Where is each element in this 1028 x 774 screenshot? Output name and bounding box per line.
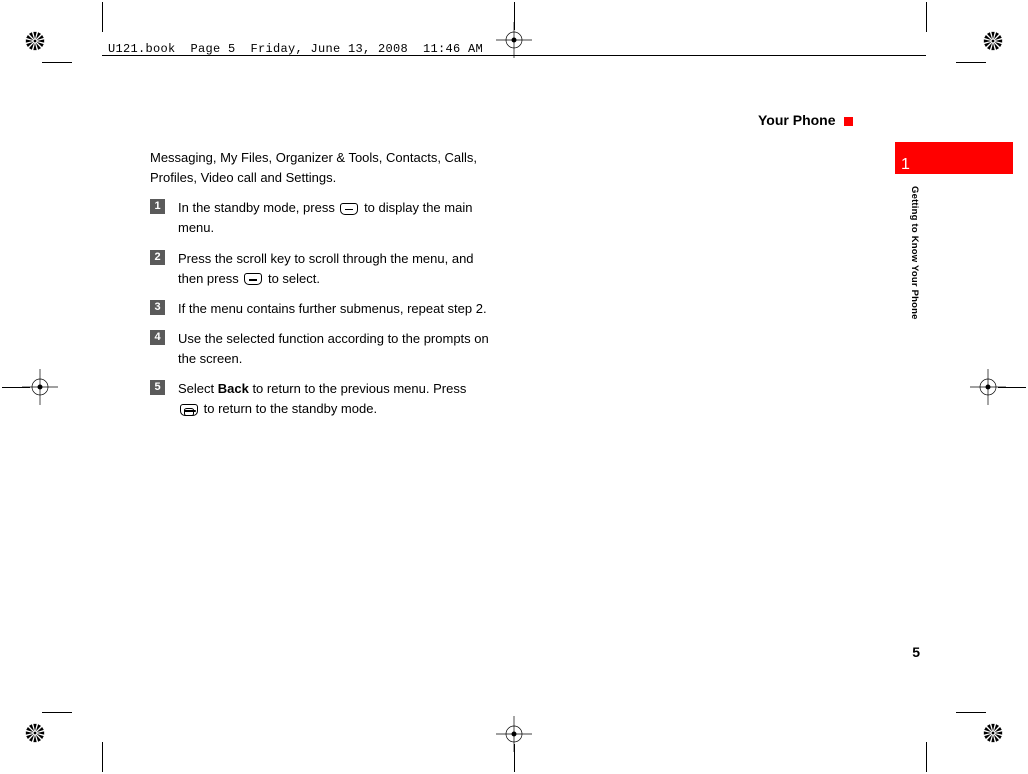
step-number: 2 — [150, 250, 165, 265]
ok-key-icon — [340, 203, 358, 215]
step-number: 3 — [150, 300, 165, 315]
crop-line-icon — [514, 744, 515, 772]
crop-mark-icon — [926, 712, 956, 742]
crop-line-icon — [2, 387, 30, 388]
page-number: 5 — [912, 644, 920, 660]
crop-mark-icon — [72, 712, 102, 742]
step-3: 3 If the menu contains further submenus,… — [150, 299, 490, 319]
ok-key-icon — [244, 273, 262, 285]
step-number: 4 — [150, 330, 165, 345]
stamp-rule — [102, 55, 926, 56]
step-4: 4 Use the selected function according to… — [150, 329, 490, 369]
step-text-bold: Back — [218, 381, 249, 396]
crop-mark-icon — [926, 32, 956, 62]
step-text-post: to return to the standby mode. — [204, 401, 377, 416]
file-stamp: U121.book Page 5 Friday, June 13, 2008 1… — [108, 42, 483, 56]
body-content: Messaging, My Files, Organizer & Tools, … — [150, 148, 490, 430]
step-text-pre: In the standby mode, press — [178, 200, 338, 215]
chapter-number: 1 — [901, 156, 910, 174]
step-text-pre1: Select — [178, 381, 218, 396]
pinwheel-icon — [982, 722, 1004, 744]
intro-text: Messaging, My Files, Organizer & Tools, … — [150, 148, 490, 188]
step-5: 5 Select Back to return to the previous … — [150, 379, 490, 419]
crop-mark-icon — [72, 32, 102, 62]
crop-line-icon — [514, 2, 515, 30]
step-1: 1 In the standby mode, press to display … — [150, 198, 490, 238]
step-text: Use the selected function according to t… — [178, 331, 489, 366]
pinwheel-icon — [24, 722, 46, 744]
end-key-icon — [180, 404, 198, 416]
step-text-pre2: to return to the previous menu. Press — [249, 381, 467, 396]
step-number: 1 — [150, 199, 165, 214]
step-text-post: to select. — [268, 271, 320, 286]
crop-line-icon — [998, 387, 1026, 388]
step-2: 2 Press the scroll key to scroll through… — [150, 249, 490, 289]
chapter-tab: 1 — [895, 142, 1013, 174]
step-number: 5 — [150, 380, 165, 395]
pinwheel-icon — [982, 30, 1004, 52]
running-header: Your Phone — [758, 112, 853, 128]
running-header-text: Your Phone — [758, 112, 836, 128]
step-text: If the menu contains further submenus, r… — [178, 301, 487, 316]
step-text-pre: Press the scroll key to scroll through t… — [178, 251, 474, 286]
chapter-title-vertical: Getting to Know Your Phone — [909, 186, 920, 320]
header-bullet-icon — [844, 117, 853, 126]
pinwheel-icon — [24, 30, 46, 52]
